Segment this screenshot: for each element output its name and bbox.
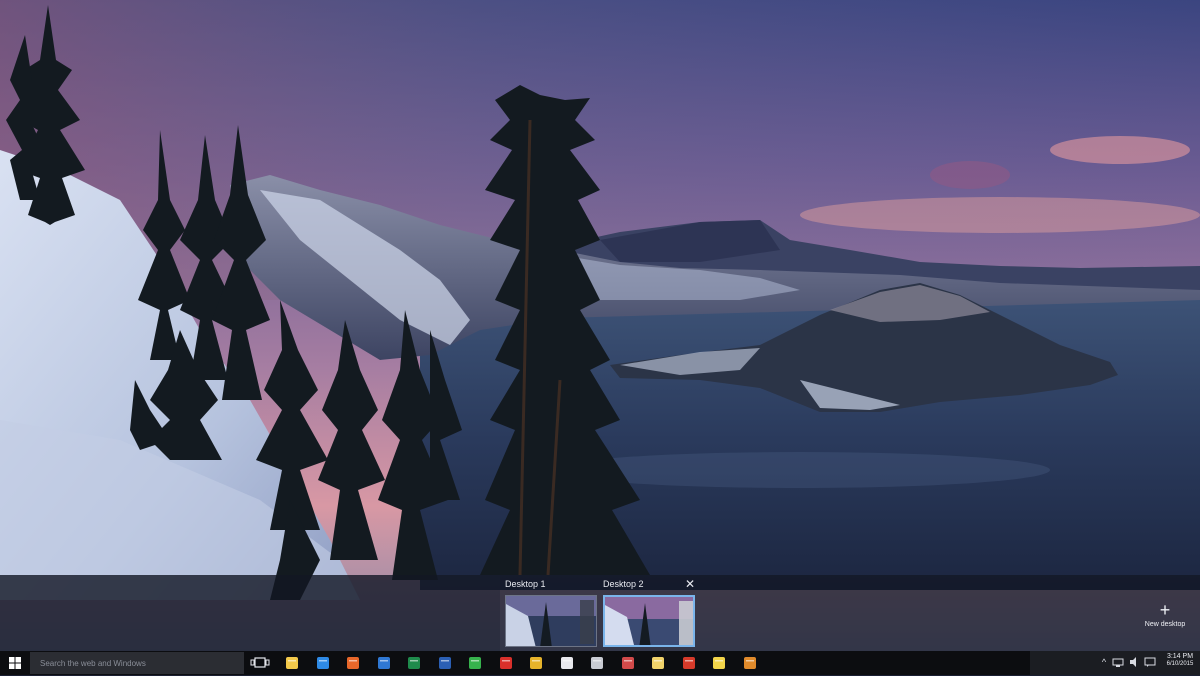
clock[interactable]: 3:14 PM 6/10/2015	[1160, 653, 1200, 667]
chevron-up-icon[interactable]: ^	[1098, 656, 1110, 668]
clock-date: 6/10/2015	[1166, 661, 1194, 667]
plus-icon: +	[1159, 600, 1171, 620]
desktop-2-label: Desktop 2	[603, 579, 644, 589]
media-icon[interactable]	[742, 655, 758, 671]
task-view-panel: Desktop 1 Desktop 2 ✕ + New desktop	[0, 575, 1200, 651]
search-input[interactable]	[38, 657, 242, 669]
new-desktop-button[interactable]: + New desktop	[1135, 601, 1195, 628]
acrobat-icon[interactable]	[498, 655, 514, 671]
phone-icon[interactable]	[467, 655, 483, 671]
start-button[interactable]	[0, 651, 30, 675]
task-view-button[interactable]	[250, 655, 270, 671]
edge-icon[interactable]	[315, 655, 331, 671]
desktop-1-label: Desktop 1	[505, 579, 546, 589]
windows-logo-icon	[9, 657, 21, 669]
calculator-icon[interactable]	[589, 655, 605, 671]
desktop-1-thumbnail[interactable]	[505, 595, 597, 647]
new-desktop-label: New desktop	[1144, 621, 1186, 628]
store-icon[interactable]	[376, 655, 392, 671]
close-desktop-icon[interactable]: ✕	[685, 577, 695, 591]
excel-icon[interactable]	[406, 655, 422, 671]
wallpaper-image	[0, 0, 1200, 675]
firefox-icon[interactable]	[345, 655, 361, 671]
desktop-wallpaper	[0, 0, 1200, 675]
chrome-icon[interactable]	[528, 655, 544, 671]
network-icon[interactable]	[1112, 656, 1124, 668]
sticky-notes-icon[interactable]	[711, 655, 727, 671]
photos-icon[interactable]	[559, 655, 575, 671]
desktop-2-thumbnail[interactable]	[603, 595, 695, 647]
taskbar: ^ 3:14 PM 6/10/2015	[0, 651, 1200, 675]
message-icon[interactable]	[1144, 656, 1156, 668]
folder-icon[interactable]	[650, 655, 666, 671]
search-box[interactable]	[30, 652, 244, 674]
task-view-icon	[250, 657, 270, 668]
volume-icon[interactable]	[1128, 656, 1140, 668]
paint-icon[interactable]	[620, 655, 636, 671]
word-icon[interactable]	[437, 655, 453, 671]
file-explorer-icon[interactable]	[284, 655, 300, 671]
paint-brush-icon[interactable]	[681, 655, 697, 671]
clock-time: 3:14 PM	[1166, 653, 1194, 660]
